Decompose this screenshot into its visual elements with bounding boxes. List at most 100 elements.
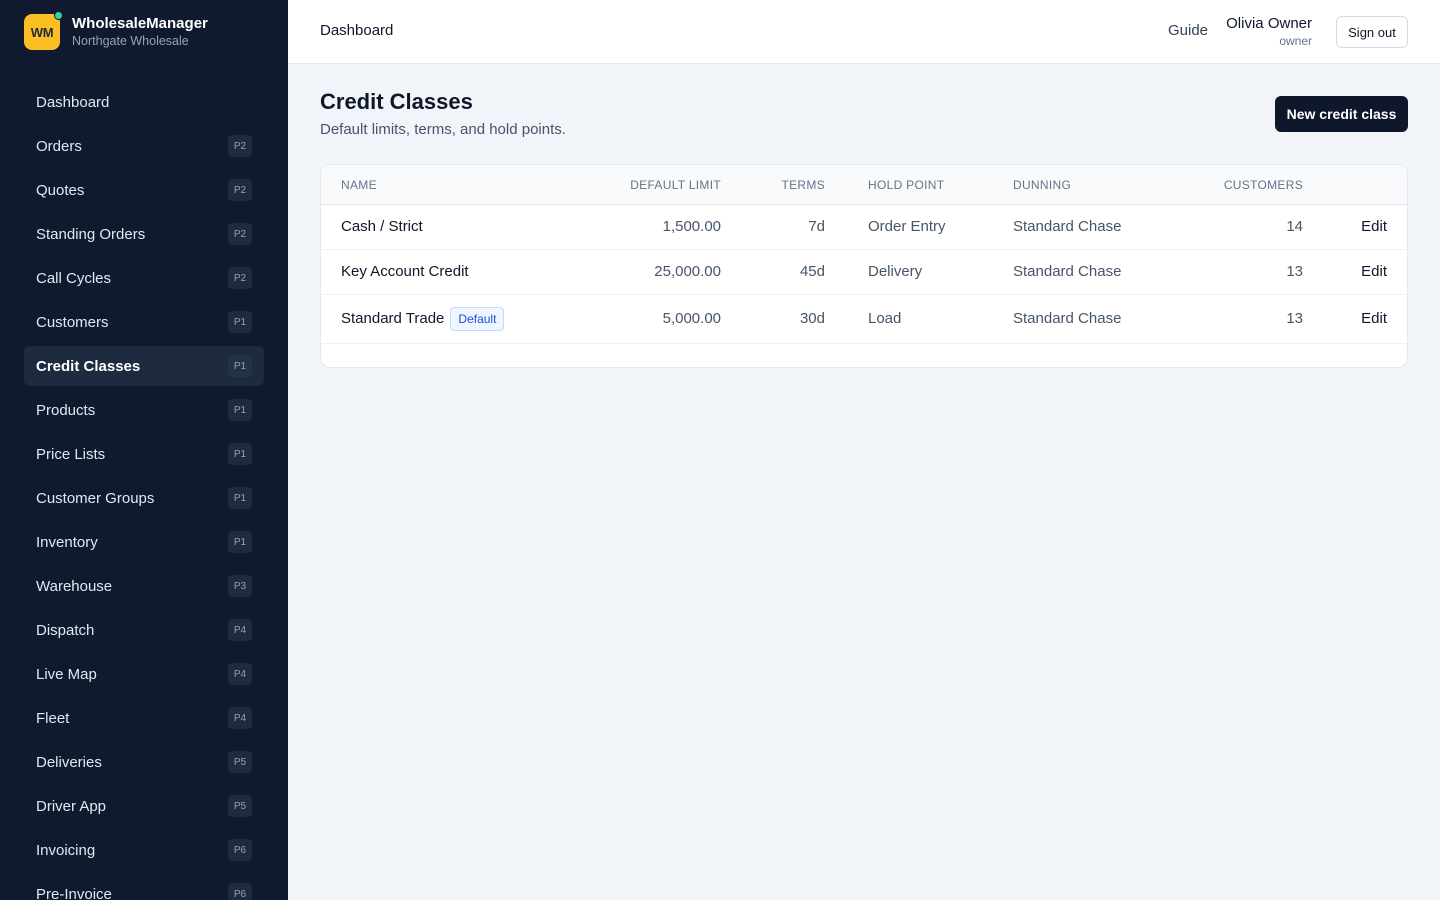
sidebar-item-label: Invoicing	[36, 841, 96, 859]
cell-dunning: Standard Chase	[1013, 263, 1122, 280]
phase-badge: P4	[228, 663, 252, 685]
phase-badge: P1	[228, 355, 252, 377]
sidebar-item-label: Dispatch	[36, 621, 95, 639]
table-header: Name Default Limit Terms Hold Point Dunn…	[321, 165, 1407, 205]
cell-default-limit: 25,000.00	[654, 263, 721, 280]
sidebar-item-label: Price Lists	[36, 445, 106, 463]
new-credit-class-button[interactable]: New credit class	[1275, 96, 1408, 132]
cell-name: Cash / Strict	[341, 218, 423, 235]
cell-customers: 14	[1286, 218, 1303, 235]
sidebar-item-inventory[interactable]: Inventory P1	[24, 522, 264, 562]
cell-name: Key Account Credit	[341, 263, 469, 280]
sidebar-item-label: Orders	[36, 137, 82, 155]
guide-link[interactable]: Guide	[1168, 22, 1208, 39]
edit-link[interactable]: Edit	[1361, 218, 1387, 235]
user-info: Olivia Owner owner	[1226, 14, 1312, 49]
sidebar-nav: Dashboard Orders P2 Quotes P2 Standing O…	[24, 82, 264, 900]
cell-customers: 13	[1286, 263, 1303, 280]
sidebar-item-orders[interactable]: Orders P2	[24, 126, 264, 166]
sidebar-item-label: Standing Orders	[36, 225, 146, 243]
table-row[interactable]: Cash / Strict 1,500.00 7d Order Entry St…	[321, 205, 1407, 250]
phase-badge: P1	[228, 399, 252, 421]
sidebar-item-label: Call Cycles	[36, 269, 112, 287]
phase-badge: P5	[228, 751, 252, 773]
sidebar-item-credit-classes[interactable]: Credit Classes P1	[24, 346, 264, 386]
sidebar-item-customers[interactable]: Customers P1	[24, 302, 264, 342]
cell-terms: 30d	[799, 310, 825, 327]
app-logo: WM	[24, 11, 63, 50]
edit-link[interactable]: Edit	[1361, 310, 1387, 327]
phase-badge: P4	[228, 707, 252, 729]
sidebar-item-products[interactable]: Products P1	[24, 390, 264, 430]
sidebar-item-warehouse[interactable]: Warehouse P3	[24, 566, 264, 606]
user-name: Olivia Owner	[1226, 15, 1312, 32]
page-title: Credit Classes	[320, 89, 473, 114]
sidebar-item-dispatch[interactable]: Dispatch P4	[24, 610, 264, 650]
sidebar-item-invoicing[interactable]: Invoicing P6	[24, 830, 264, 870]
sidebar-item-label: Driver App	[36, 797, 107, 815]
column-header-dunning: Dunning	[1013, 178, 1072, 192]
cell-dunning: Standard Chase	[1013, 310, 1122, 327]
sidebar-item-price-lists[interactable]: Price Lists P1	[24, 434, 264, 474]
user-role: owner	[1279, 34, 1312, 48]
sidebar-item-label: Deliveries	[36, 753, 102, 771]
table-row[interactable]: Key Account Credit 25,000.00 45d Deliver…	[321, 250, 1407, 295]
cell-hold-point: Load	[868, 310, 902, 327]
app-name: WholesaleManager	[72, 15, 208, 32]
table-row[interactable]: Standard Trade Default 5,000.00 30d Load …	[321, 295, 1407, 344]
cell-dunning: Standard Chase	[1013, 218, 1122, 235]
sidebar-item-label: Pre-Invoice	[36, 885, 112, 900]
cell-name: Standard Trade Default	[341, 307, 505, 331]
sidebar-item-label: Credit Classes	[36, 357, 141, 375]
sidebar-item-dashboard[interactable]: Dashboard	[24, 82, 264, 122]
edit-link[interactable]: Edit	[1361, 263, 1387, 280]
phase-badge: P6	[228, 839, 252, 861]
sidebar-item-deliveries[interactable]: Deliveries P5	[24, 742, 264, 782]
topbar: Dashboard Guide Olivia Owner owner Sign …	[288, 0, 1440, 64]
sidebar-item-label: Live Map	[36, 665, 97, 683]
sidebar-item-label: Inventory	[36, 533, 98, 551]
phase-badge: P6	[228, 883, 252, 900]
cell-default-limit: 1,500.00	[662, 218, 721, 235]
default-badge: Default	[450, 307, 505, 331]
phase-badge: P3	[228, 575, 252, 597]
phase-badge: P1	[228, 531, 252, 553]
cell-default-limit: 5,000.00	[662, 310, 721, 327]
credit-classes-table: Name Default Limit Terms Hold Point Dunn…	[320, 164, 1408, 368]
sidebar-item-label: Warehouse	[36, 577, 113, 595]
sidebar-item-quotes[interactable]: Quotes P2	[24, 170, 264, 210]
phase-badge: P1	[228, 311, 252, 333]
sidebar-item-live-map[interactable]: Live Map P4	[24, 654, 264, 694]
sidebar-item-customer-groups[interactable]: Customer Groups P1	[24, 478, 264, 518]
phase-badge: P2	[228, 135, 252, 157]
sidebar-item-pre-invoice[interactable]: Pre-Invoice P6	[24, 874, 264, 900]
column-header-customers: Customers	[1223, 178, 1303, 192]
cell-hold-point: Order Entry	[868, 218, 946, 235]
column-header-default-limit: Default Limit	[630, 178, 721, 192]
logo-text: WM	[30, 24, 54, 40]
sidebar-item-call-cycles[interactable]: Call Cycles P2	[24, 258, 264, 298]
sign-out-button[interactable]: Sign out	[1336, 16, 1408, 48]
column-header-hold-point: Hold Point	[868, 178, 945, 192]
cell-hold-point: Delivery	[868, 263, 923, 280]
cell-terms: 7d	[808, 218, 825, 235]
brand[interactable]: WM WholesaleManager Northgate Wholesale	[24, 11, 208, 50]
phase-badge: P1	[228, 487, 252, 509]
phase-badge: P2	[228, 223, 252, 245]
breadcrumb[interactable]: Dashboard	[320, 22, 393, 39]
company-name: Northgate Wholesale	[72, 34, 189, 48]
column-header-terms: Terms	[781, 178, 825, 192]
phase-badge: P2	[228, 179, 252, 201]
sidebar-item-driver-app[interactable]: Driver App P5	[24, 786, 264, 826]
phase-badge: P2	[228, 267, 252, 289]
phase-badge: P5	[228, 795, 252, 817]
sidebar-item-fleet[interactable]: Fleet P4	[24, 698, 264, 738]
online-status-dot	[54, 11, 63, 20]
sidebar-item-label: Quotes	[36, 181, 85, 199]
sidebar-item-label: Products	[36, 401, 96, 419]
row-name-text: Standard Trade	[341, 309, 445, 327]
column-header-name: Name	[341, 178, 377, 192]
page-subtitle: Default limits, terms, and hold points.	[320, 121, 566, 138]
sidebar-item-standing-orders[interactable]: Standing Orders P2	[24, 214, 264, 254]
phase-badge: P4	[228, 619, 252, 641]
